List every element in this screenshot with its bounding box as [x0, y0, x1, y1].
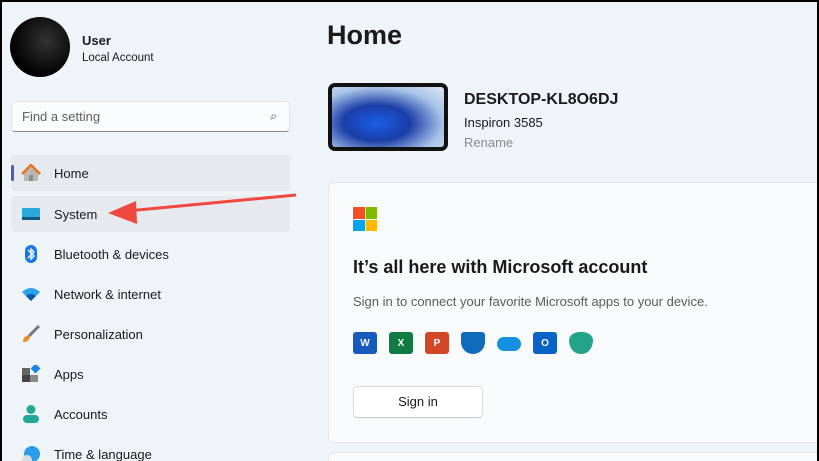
annotation-arrow [108, 193, 297, 224]
settings-window: User Local Account Find a setting ⌕ Home… [2, 2, 817, 461]
